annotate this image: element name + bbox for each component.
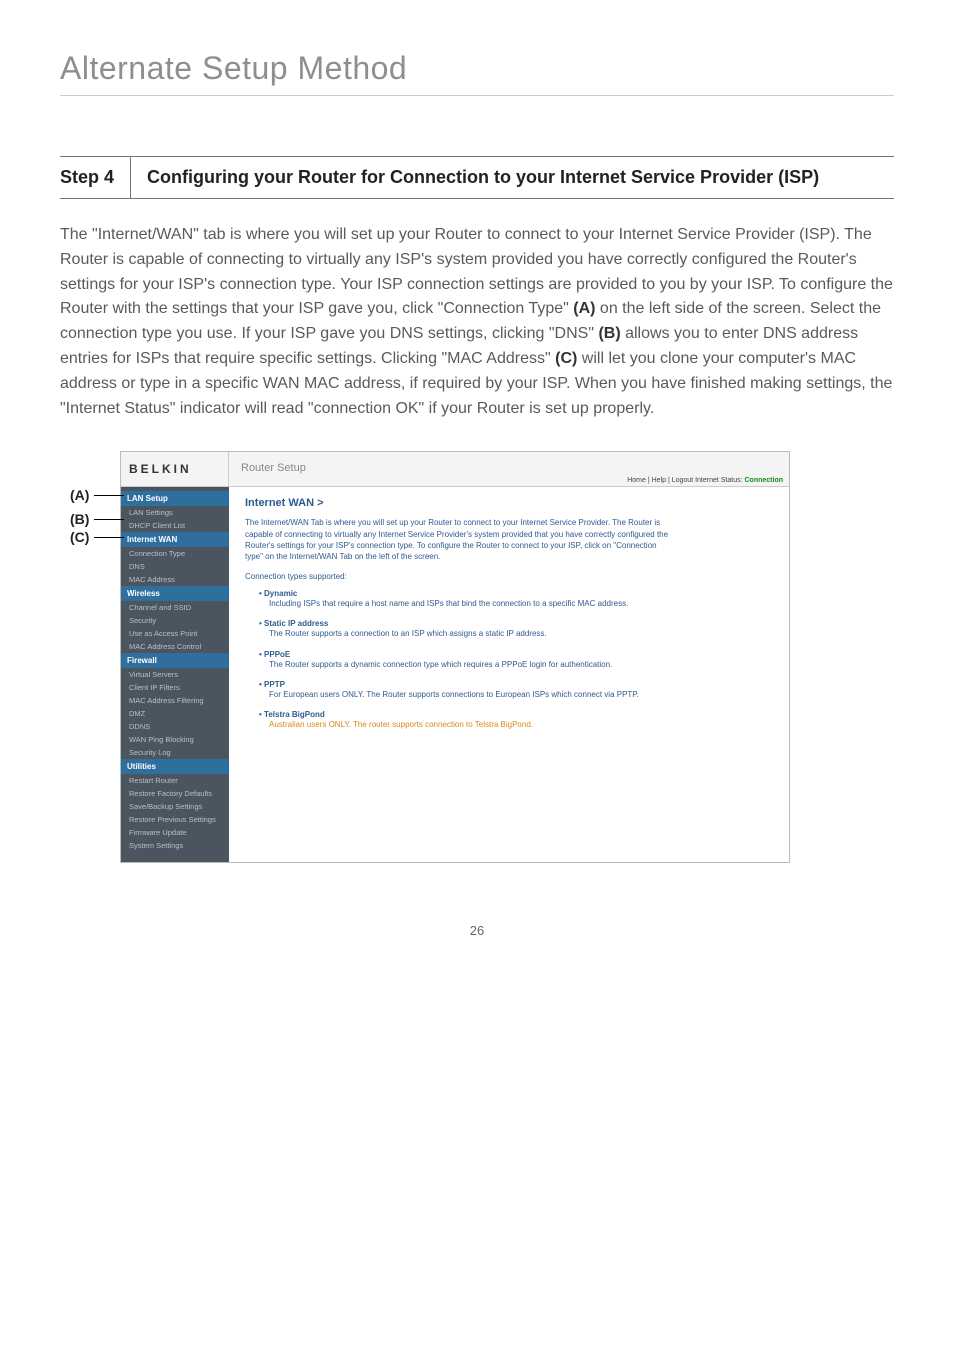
router-logo: BELKIN: [121, 452, 229, 486]
content-description: The Internet/WAN Tab is where you will s…: [245, 517, 675, 562]
callout-b: (B): [70, 511, 89, 527]
internet-status: Connection: [745, 477, 784, 484]
router-header: BELKIN Router Setup Home | Help | Logout…: [121, 452, 789, 487]
step-heading-row: Step 4 Configuring your Router for Conne…: [60, 156, 894, 199]
sidebar-item[interactable]: Client IP Filters: [121, 681, 229, 694]
ref-b: (B): [598, 325, 620, 342]
router-header-title: Router Setup Home | Help | Logout Intern…: [229, 452, 789, 486]
page-number: 26: [60, 923, 894, 938]
sidebar-section-head: LAN Setup: [121, 491, 229, 506]
sidebar-item[interactable]: Channel and SSID: [121, 601, 229, 614]
ref-c: (C): [555, 350, 577, 367]
content-supported-label: Connection types supported:: [245, 572, 773, 581]
connection-type-item: PPPoEThe Router supports a dynamic conne…: [259, 650, 773, 670]
sidebar-item[interactable]: MAC Address Control: [121, 640, 229, 653]
sidebar-item[interactable]: Restore Previous Settings: [121, 813, 229, 826]
sidebar-item[interactable]: DNS: [121, 560, 229, 573]
router-content: Internet WAN > The Internet/WAN Tab is w…: [229, 487, 789, 862]
connection-type-desc: The Router supports a connection to an I…: [269, 628, 669, 639]
sidebar-section-head: Wireless: [121, 586, 229, 601]
callout-column: (A) (B) (C): [70, 487, 89, 547]
connection-type-desc: For European users ONLY. The Router supp…: [269, 689, 669, 700]
callout-b-label: (B): [70, 511, 89, 527]
connection-type-title[interactable]: Static IP address: [259, 619, 773, 628]
sidebar-item[interactable]: Security Log: [121, 746, 229, 759]
connection-type-desc: Australian users ONLY. The router suppor…: [269, 719, 669, 730]
connection-type-desc: The Router supports a dynamic connection…: [269, 659, 669, 670]
connection-type-desc: Including ISPs that require a host name …: [269, 598, 669, 609]
sidebar-item[interactable]: Security: [121, 614, 229, 627]
step-heading: Configuring your Router for Connection t…: [131, 157, 894, 198]
connection-type-title[interactable]: PPTP: [259, 680, 773, 689]
screenshot-container: (A) (B) (C) BELKIN Router Setup Home | H…: [120, 451, 894, 863]
callout-b-line: [94, 519, 124, 520]
callout-a-label: (A): [70, 487, 89, 503]
sidebar-item[interactable]: Virtual Servers: [121, 668, 229, 681]
connection-type-item: PPTPFor European users ONLY. The Router …: [259, 680, 773, 700]
router-screenshot: BELKIN Router Setup Home | Help | Logout…: [120, 451, 790, 863]
router-toplinks[interactable]: Home | Help | Logout Internet Status: Co…: [627, 477, 783, 484]
router-body: LAN SetupLAN SettingsDHCP Client ListInt…: [121, 487, 789, 862]
sidebar-item[interactable]: Save/Backup Settings: [121, 800, 229, 813]
content-title[interactable]: Internet WAN >: [245, 497, 773, 509]
sidebar-item[interactable]: DHCP Client List: [121, 519, 229, 532]
sidebar-section-head: Firewall: [121, 653, 229, 668]
ref-a: (A): [573, 300, 595, 317]
page-title: Alternate Setup Method: [60, 50, 894, 96]
sidebar-item[interactable]: DMZ: [121, 707, 229, 720]
body-paragraph: The "Internet/WAN" tab is where you will…: [60, 223, 894, 421]
connection-type-item: DynamicIncluding ISPs that require a hos…: [259, 589, 773, 609]
sidebar-item[interactable]: Use as Access Point: [121, 627, 229, 640]
connection-type-item: Telstra BigPondAustralian users ONLY. Th…: [259, 710, 773, 730]
connection-type-title[interactable]: Telstra BigPond: [259, 710, 773, 719]
sidebar-item[interactable]: Firmware Update: [121, 826, 229, 839]
sidebar-item[interactable]: LAN Settings: [121, 506, 229, 519]
callout-c: (C): [70, 529, 89, 545]
callout-a-line: [94, 495, 124, 496]
connection-types-list: DynamicIncluding ISPs that require a hos…: [259, 589, 773, 730]
router-sidebar: LAN SetupLAN SettingsDHCP Client ListInt…: [121, 487, 229, 862]
connection-type-title[interactable]: Dynamic: [259, 589, 773, 598]
sidebar-item[interactable]: WAN Ping Blocking: [121, 733, 229, 746]
sidebar-item[interactable]: MAC Address: [121, 573, 229, 586]
callout-c-line: [94, 537, 124, 538]
toplinks-text: Home | Help | Logout Internet Status:: [627, 477, 744, 484]
sidebar-section-head: Utilities: [121, 759, 229, 774]
router-header-title-text: Router Setup: [241, 462, 306, 474]
sidebar-item[interactable]: System Settings: [121, 839, 229, 852]
connection-type-title[interactable]: PPPoE: [259, 650, 773, 659]
callout-a: (A): [70, 487, 89, 503]
connection-type-item: Static IP addressThe Router supports a c…: [259, 619, 773, 639]
sidebar-section-head: Internet WAN: [121, 532, 229, 547]
sidebar-item[interactable]: Restart Router: [121, 774, 229, 787]
sidebar-item[interactable]: Connection Type: [121, 547, 229, 560]
callout-c-label: (C): [70, 529, 89, 545]
sidebar-item[interactable]: MAC Address Filtering: [121, 694, 229, 707]
step-number: Step 4: [60, 157, 131, 198]
sidebar-item[interactable]: DDNS: [121, 720, 229, 733]
sidebar-item[interactable]: Restore Factory Defaults: [121, 787, 229, 800]
